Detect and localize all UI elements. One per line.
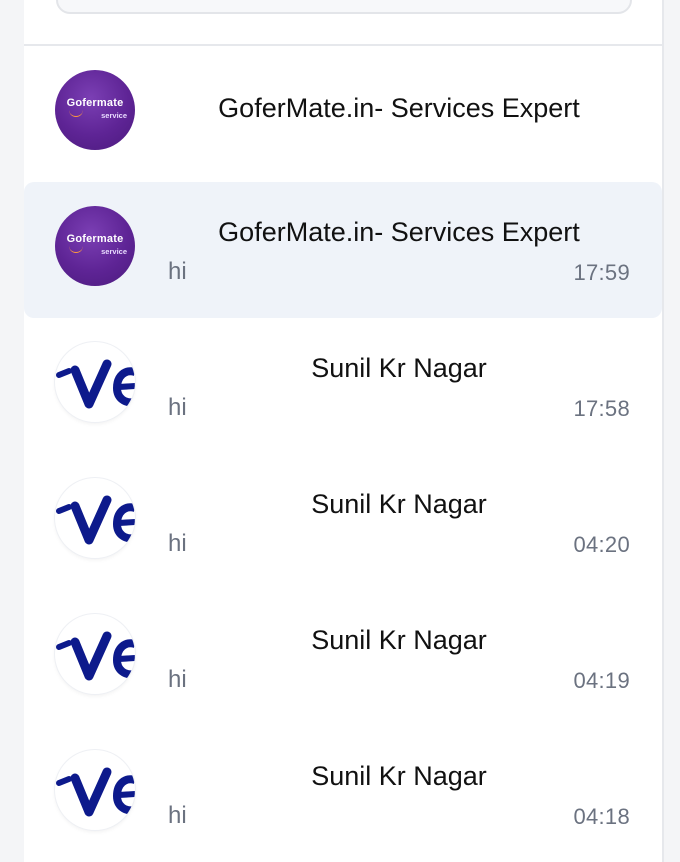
contact-name: GoferMate.in- Services Expert: [218, 93, 580, 123]
avatar-logo-subtext: service: [101, 247, 127, 256]
contact-name: Sunil Kr Nagar: [311, 353, 487, 383]
ve-logo-icon: [56, 767, 135, 817]
ve-logo-avatar: [55, 750, 135, 830]
contact-name: GoferMate.in- Services Expert: [218, 217, 580, 247]
avatar-logo-subtext: service: [101, 111, 127, 120]
conversation-item[interactable]: Sunil Kr Nagar hi 17:58: [24, 318, 662, 454]
conversation-item[interactable]: Sunil Kr Nagar hi 04:19: [24, 590, 662, 726]
search-input[interactable]: [56, 0, 632, 14]
last-message-preview: hi: [168, 666, 187, 693]
swoosh-icon: [69, 246, 83, 253]
message-timestamp: 17:59: [573, 260, 630, 285]
message-timestamp: 04:20: [573, 532, 630, 557]
message-timestamp: 04:18: [573, 804, 630, 829]
ve-logo-avatar: [55, 478, 135, 558]
last-message-preview: hi: [168, 530, 187, 557]
last-message-preview: hi: [168, 258, 187, 285]
conversation-list-panel: Gofermate service GoferMate.in- Services…: [24, 0, 664, 862]
contact-name: Sunil Kr Nagar: [311, 489, 487, 519]
contact-name: Sunil Kr Nagar: [311, 761, 487, 791]
conversation-item[interactable]: Sunil Kr Nagar hi 04:20: [24, 454, 662, 590]
avatar-logo-text: Gofermate: [66, 233, 124, 245]
message-timestamp: 04:19: [573, 668, 630, 693]
gofermate-avatar: Gofermate service: [55, 70, 135, 150]
conversation-item[interactable]: Gofermate service GoferMate.in- Services…: [24, 46, 662, 182]
conversation-list: Gofermate service GoferMate.in- Services…: [24, 46, 662, 862]
ve-logo-icon: [56, 495, 135, 545]
avatar-logo-text: Gofermate: [66, 97, 124, 109]
conversation-item-active[interactable]: Gofermate service GoferMate.in- Services…: [24, 182, 662, 318]
last-message-preview: hi: [168, 394, 187, 421]
swoosh-icon: [69, 110, 83, 117]
ve-logo-icon: [56, 631, 135, 681]
contact-name: Sunil Kr Nagar: [311, 625, 487, 655]
message-timestamp: 17:58: [573, 396, 630, 421]
conversation-item[interactable]: Sunil Kr Nagar hi 04:18: [24, 726, 662, 862]
ve-logo-avatar: [55, 342, 135, 422]
ve-logo-icon: [56, 359, 135, 409]
last-message-preview: hi: [168, 802, 187, 829]
ve-logo-avatar: [55, 614, 135, 694]
gofermate-avatar: Gofermate service: [55, 206, 135, 286]
